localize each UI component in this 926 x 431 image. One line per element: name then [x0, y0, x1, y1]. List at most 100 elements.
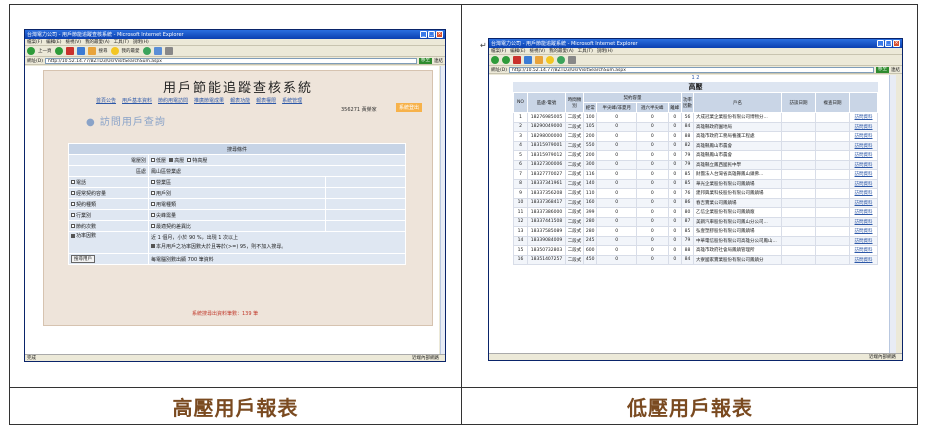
links-label[interactable]: 連結	[434, 58, 443, 64]
window-title: 台灣電力公司 - 用戶節能追蹤系統 - Microsoft Internet E…	[491, 41, 638, 47]
table-cell: 10	[513, 197, 528, 208]
nav-visit[interactable]: 節約用電訪問	[158, 97, 188, 104]
logout-button[interactable]: 系統登出	[396, 103, 423, 112]
maximize-button[interactable]: □	[428, 31, 435, 38]
menu-file[interactable]: 檔案(F)	[27, 39, 42, 45]
favorites-icon[interactable]	[546, 56, 554, 64]
nav-permissions[interactable]: 報表權限	[256, 97, 276, 104]
mail-icon[interactable]	[153, 47, 162, 55]
menu-edit[interactable]: 編輯(E)	[46, 39, 61, 45]
table-cell: 建邦興業科技股份有限公司鳳鎮場	[693, 188, 782, 199]
filter-ratio[interactable]: 最適契約差異比	[148, 220, 326, 232]
visit-record-link[interactable]: 訪問資料	[849, 159, 878, 170]
visit-record-link[interactable]: 訪問資料	[849, 150, 878, 161]
menu-help[interactable]: 說明(H)	[597, 48, 613, 54]
menu-help[interactable]: 說明(H)	[133, 39, 149, 45]
history-icon[interactable]	[557, 56, 565, 64]
menu-view[interactable]: 檢視(V)	[529, 48, 545, 54]
home-icon[interactable]	[87, 47, 96, 55]
col-capacity: 契約容量	[583, 92, 682, 103]
filter-power-factor[interactable]: 功率因數	[68, 231, 149, 254]
search-label[interactable]: 搜尋	[99, 48, 108, 54]
print-icon[interactable]	[164, 47, 173, 55]
url-input[interactable]: http://10.52.14.77/BZTD3/UsrVisitSearchS…	[44, 57, 417, 64]
forward-icon[interactable]	[54, 47, 63, 55]
nav-results[interactable]: 推廣節電成果	[194, 97, 224, 104]
search-user-button[interactable]: 搜尋用戶	[71, 255, 95, 263]
menu-view[interactable]: 檢視(V)	[65, 39, 81, 45]
filter-business[interactable]: 營業區	[148, 176, 326, 188]
home-icon[interactable]	[535, 56, 543, 64]
visit-record-link[interactable]: 訪問資料	[849, 140, 878, 151]
filter-peak[interactable]: 尖峰需量	[148, 209, 326, 221]
table-cell: 0	[667, 178, 683, 189]
refresh-icon[interactable]	[524, 56, 532, 64]
checkbox-low[interactable]	[151, 158, 155, 162]
visit-record-link[interactable]: 訪問資料	[849, 226, 878, 237]
back-icon[interactable]	[491, 56, 499, 64]
go-button[interactable]: 移至	[419, 57, 432, 64]
visit-record-link[interactable]: 訪問資料	[849, 245, 878, 256]
nav-reports[interactable]: 報表功能	[230, 97, 250, 104]
links-label[interactable]: 連結	[891, 67, 900, 73]
close-button[interactable]: ×	[436, 31, 443, 38]
table-cell	[781, 121, 816, 132]
menu-bar: 檔案(F) 編輯(E) 檢視(V) 我的最愛(A) 工具(T) 說明(H)	[25, 39, 445, 46]
filter-contract[interactable]: 契約種類	[68, 198, 149, 210]
refresh-icon[interactable]	[76, 47, 85, 55]
forward-icon[interactable]	[502, 56, 510, 64]
visit-record-link[interactable]: 訪問資料	[849, 112, 878, 123]
filter-capacity[interactable]: 經常契約容量	[68, 187, 149, 199]
favorites-icon[interactable]	[110, 47, 119, 55]
table-cell	[815, 140, 850, 151]
visit-record-link[interactable]: 訪問資料	[849, 197, 878, 208]
back-icon[interactable]	[27, 47, 35, 55]
table-cell: 0	[596, 226, 638, 237]
stop-icon[interactable]	[513, 56, 521, 64]
minimize-button[interactable]: _	[877, 40, 884, 47]
pagination[interactable]: 1 2	[513, 75, 878, 82]
menu-favorites[interactable]: 我的最愛(A)	[85, 39, 110, 45]
filter-usage[interactable]: 用電種類	[148, 198, 326, 210]
checkbox-high[interactable]	[169, 158, 174, 162]
visit-record-link[interactable]: 訪問資料	[849, 235, 878, 246]
nav-admin[interactable]: 系統管理	[282, 97, 302, 104]
maximize-button[interactable]: □	[885, 40, 892, 47]
visit-record-link[interactable]: 訪問資料	[849, 216, 878, 227]
nav-user-info[interactable]: 用戶基本資料	[122, 97, 152, 104]
table-cell: 0	[636, 150, 669, 161]
menu-tools[interactable]: 工具(T)	[114, 39, 129, 45]
right-scrollbar[interactable]	[889, 75, 896, 354]
table-cell: 高雄縣立鳳西國民中學	[693, 159, 782, 170]
table-cell	[815, 131, 850, 142]
minimize-button[interactable]: _	[420, 31, 427, 38]
print-icon[interactable]	[568, 56, 576, 64]
checkbox-extra-high[interactable]	[187, 158, 192, 162]
close-button[interactable]: ×	[893, 40, 900, 47]
filter-phone[interactable]: 電話	[68, 176, 149, 188]
history-icon[interactable]	[142, 47, 151, 55]
favorites-label[interactable]: 我的最愛	[122, 48, 140, 54]
pf-checkbox[interactable]	[151, 244, 155, 248]
left-scrollbar[interactable]	[440, 66, 445, 355]
menu-edit[interactable]: 編輯(E)	[510, 48, 525, 54]
visit-record-link[interactable]: 訪問資料	[849, 131, 878, 142]
filter-saving[interactable]: 節約次數	[68, 220, 149, 232]
visit-record-link[interactable]: 訪問資料	[849, 188, 878, 199]
url-input[interactable]: http://10.52.14.77/BZTD3/UsrVisitSearchS…	[508, 66, 874, 73]
visit-record-link[interactable]: 訪問資料	[849, 207, 878, 218]
stop-icon[interactable]	[65, 47, 74, 55]
table-cell: 0	[596, 140, 638, 151]
menu-tools[interactable]: 工具(T)	[578, 48, 593, 54]
visit-record-link[interactable]: 訪問資料	[849, 254, 878, 265]
visit-record-link[interactable]: 訪問資料	[849, 178, 878, 189]
menu-file[interactable]: 檔案(F)	[491, 48, 506, 54]
filter-user-type[interactable]: 用戶別	[148, 187, 326, 199]
menu-favorites[interactable]: 我的最愛(A)	[549, 48, 574, 54]
back-label[interactable]: 上一頁	[38, 48, 52, 54]
filter-industry[interactable]: 行業別	[68, 209, 149, 221]
nav-home[interactable]: 首頁公告	[96, 97, 116, 104]
visit-record-link[interactable]: 訪問資料	[849, 121, 878, 132]
go-button[interactable]: 移至	[876, 66, 889, 73]
visit-record-link[interactable]: 訪問資料	[849, 169, 878, 180]
